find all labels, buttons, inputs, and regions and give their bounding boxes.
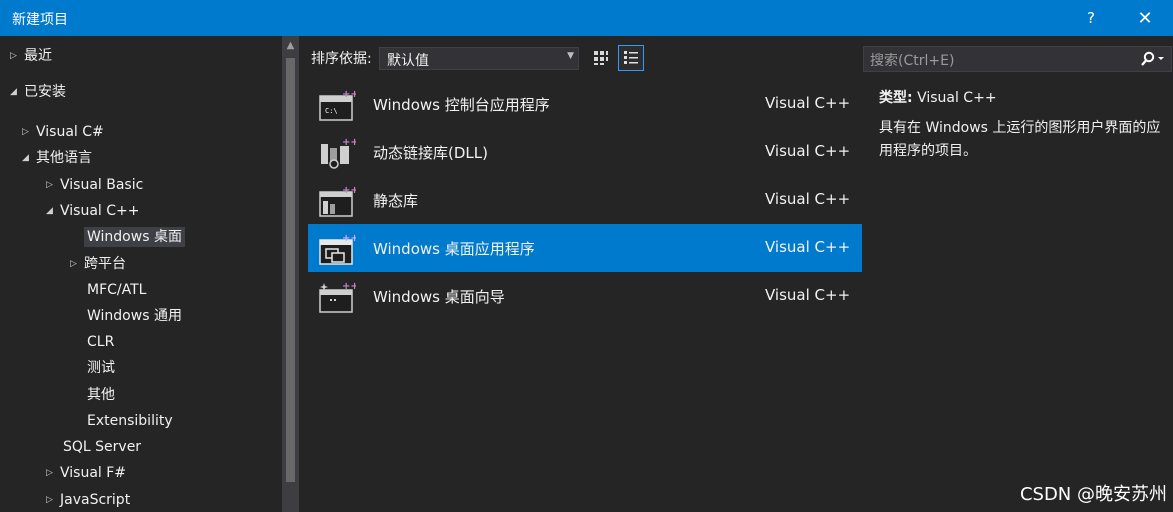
sort-toolbar: 排序依据: 默认值 ▼ — [299, 36, 863, 78]
chevron-down-icon: ▼ — [567, 51, 574, 61]
sort-label: 排序依据: — [311, 51, 372, 67]
sort-value: 默认值 — [387, 53, 429, 69]
tree-item-label: 跨平台 — [84, 256, 126, 272]
tree-item-label: 其他 — [87, 387, 115, 403]
collapse-arrow-icon[interactable]: ◢ — [10, 80, 24, 104]
tree-item-label: CLR — [87, 334, 115, 350]
type-key: 类型: — [879, 90, 913, 106]
scroll-thumb[interactable] — [286, 58, 295, 482]
tree-item-mfc-atl[interactable]: MFC/ATL — [87, 278, 146, 302]
template-tree: ▷ 最近 ◢ 已安装 ▷ Visual C# ◢ 其他语言 ▷ Visual Basic … — [0, 36, 282, 512]
tree-item-javascript[interactable]: ▷ JavaScript — [46, 488, 130, 512]
watermark: CSDN @晚安苏州 — [1019, 484, 1167, 505]
template-name: Windows 桌面应用程序 — [373, 240, 535, 258]
expand-arrow-icon[interactable]: ▷ — [46, 488, 60, 512]
tree-item-installed[interactable]: ◢ 已安装 — [10, 80, 66, 104]
template-row-console-app[interactable]: C:\ ++ Windows 控制台应用程序 Visual C++ — [308, 80, 862, 128]
template-name: Windows 桌面向导 — [373, 288, 505, 306]
tree-item-label: Visual F# — [60, 465, 127, 481]
svg-text:C:\: C:\ — [325, 107, 338, 115]
tree-item-extensibility[interactable]: Extensibility — [87, 409, 173, 433]
template-name: Windows 控制台应用程序 — [373, 96, 550, 114]
tree-item-sql-server[interactable]: SQL Server — [63, 435, 141, 459]
template-row-dll[interactable]: ++ 动态链接库(DLL) Visual C++ — [308, 128, 862, 176]
template-list-panel: 排序依据: 默认值 ▼ C:\ ++ Windows 控制台应用程序 Visua… — [299, 36, 863, 512]
expand-arrow-icon[interactable]: ▷ — [10, 44, 24, 68]
tree-item-label: 已安装 — [24, 84, 66, 100]
template-row-desktop-app[interactable]: ++ Windows 桌面应用程序 Visual C++ — [308, 224, 862, 272]
template-language: Visual C++ — [765, 190, 851, 208]
help-button[interactable]: ? — [1068, 0, 1114, 36]
tree-item-label: 其他语言 — [36, 150, 92, 166]
console-app-icon: C:\ ++ — [319, 89, 356, 121]
template-row-desktop-wizard[interactable]: ++ Windows 桌面向导 Visual C++ — [308, 272, 862, 320]
sort-dropdown[interactable]: 默认值 ▼ — [379, 47, 579, 70]
template-type: 类型: Visual C++ — [879, 87, 997, 107]
tree-item-windows-desktop[interactable]: Windows 桌面 — [84, 225, 185, 249]
search-icon — [1141, 51, 1164, 66]
template-language: Visual C++ — [765, 286, 851, 304]
template-name: 静态库 — [373, 192, 419, 210]
search-input[interactable]: 搜索(Ctrl+E) — [870, 50, 954, 70]
type-value: Visual C++ — [917, 90, 997, 106]
tree-item-recent[interactable]: ▷ 最近 — [10, 44, 52, 68]
scroll-up-arrow-icon[interactable]: ▲ — [282, 36, 299, 54]
tree-item-windows-universal[interactable]: Windows 通用 — [87, 304, 182, 328]
tree-item-label: Windows 桌面 — [84, 227, 185, 247]
tree-item-test[interactable]: 测试 — [87, 356, 115, 380]
tree-item-visual-fsharp[interactable]: ▷ Visual F# — [46, 461, 126, 485]
template-row-static-library[interactable]: ++ 静态库 Visual C++ — [308, 176, 862, 224]
svg-text:++: ++ — [342, 185, 356, 196]
tree-item-label: Visual C# — [36, 124, 104, 140]
tree-item-clr[interactable]: CLR — [87, 330, 114, 354]
svg-text:++: ++ — [342, 281, 356, 292]
tree-item-label: Visual Basic — [60, 177, 144, 193]
tree-item-label: Visual C++ — [60, 203, 140, 219]
expand-arrow-icon[interactable]: ▷ — [46, 173, 60, 197]
list-view-button[interactable] — [618, 45, 644, 71]
tree-item-label: MFC/ATL — [87, 282, 147, 298]
template-name: 动态链接库(DLL) — [373, 144, 488, 162]
window-title: 新建项目 — [12, 12, 68, 28]
list-view-icon — [624, 51, 638, 64]
search-button[interactable] — [1135, 48, 1169, 70]
svg-text:++: ++ — [342, 89, 356, 100]
grid-view-button[interactable] — [588, 45, 614, 71]
tree-item-cross-platform[interactable]: ▷ 跨平台 — [70, 252, 126, 276]
collapse-arrow-icon[interactable]: ◢ — [22, 146, 36, 170]
tree-item-label: JavaScript — [60, 492, 131, 508]
desktop-wizard-icon: ++ — [319, 281, 356, 313]
desktop-app-icon: ++ — [319, 233, 356, 265]
template-language: Visual C++ — [765, 94, 851, 112]
tree-scrollbar[interactable]: ▲ — [282, 36, 299, 512]
tree-item-other[interactable]: 其他 — [87, 383, 115, 407]
details-panel: 搜索(Ctrl+E) 类型: Visual C++ 具有在 Windows 上运… — [863, 36, 1173, 512]
template-description: 具有在 Windows 上运行的图形用户界面的应用程序的项目。 — [879, 120, 1161, 159]
collapse-arrow-icon[interactable]: ◢ — [46, 199, 60, 223]
tree-item-label: Extensibility — [87, 413, 173, 429]
tree-item-label: SQL Server — [63, 439, 142, 455]
tree-item-visual-csharp[interactable]: ▷ Visual C# — [22, 120, 104, 144]
title-bar: 新建项目 ? ✕ — [0, 0, 1173, 36]
tree-item-other-languages[interactable]: ◢ 其他语言 — [22, 146, 92, 170]
expand-arrow-icon[interactable]: ▷ — [70, 252, 84, 276]
tree-item-visual-basic[interactable]: ▷ Visual Basic — [46, 173, 143, 197]
svg-text:++: ++ — [342, 233, 356, 244]
tree-item-visual-cpp[interactable]: ◢ Visual C++ — [46, 199, 139, 223]
search-field[interactable]: 搜索(Ctrl+E) — [863, 46, 1172, 72]
dll-icon: ++ — [321, 137, 356, 169]
expand-arrow-icon[interactable]: ▷ — [46, 461, 60, 485]
template-language: Visual C++ — [765, 238, 851, 256]
tree-item-label: 测试 — [87, 360, 115, 376]
svg-text:++: ++ — [342, 137, 356, 148]
expand-arrow-icon[interactable]: ▷ — [22, 120, 36, 144]
close-button[interactable]: ✕ — [1122, 0, 1168, 36]
static-library-icon: ++ — [319, 185, 356, 217]
template-language: Visual C++ — [765, 142, 851, 160]
tree-item-label: 最近 — [24, 48, 52, 64]
tree-item-label: Windows 通用 — [87, 308, 182, 324]
grid-view-icon — [594, 51, 608, 65]
